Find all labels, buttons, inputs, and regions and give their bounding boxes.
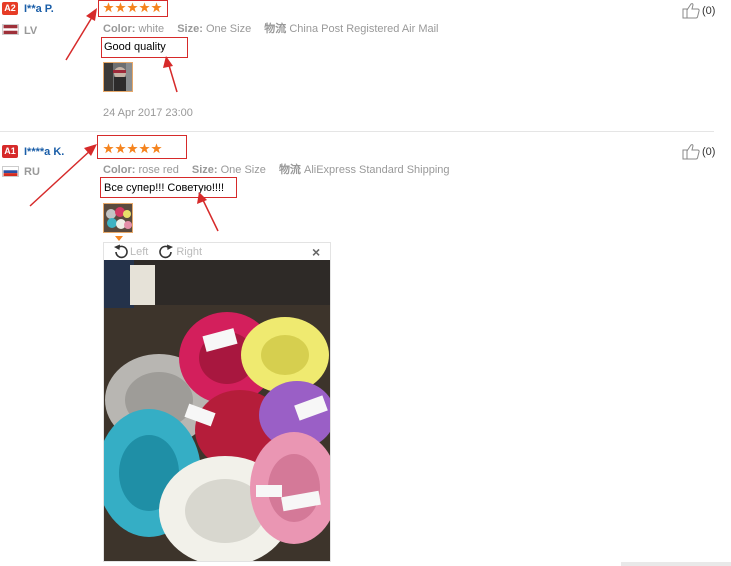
page-corner-strip: [621, 562, 731, 566]
annotation-arrows: [29, 8, 219, 232]
